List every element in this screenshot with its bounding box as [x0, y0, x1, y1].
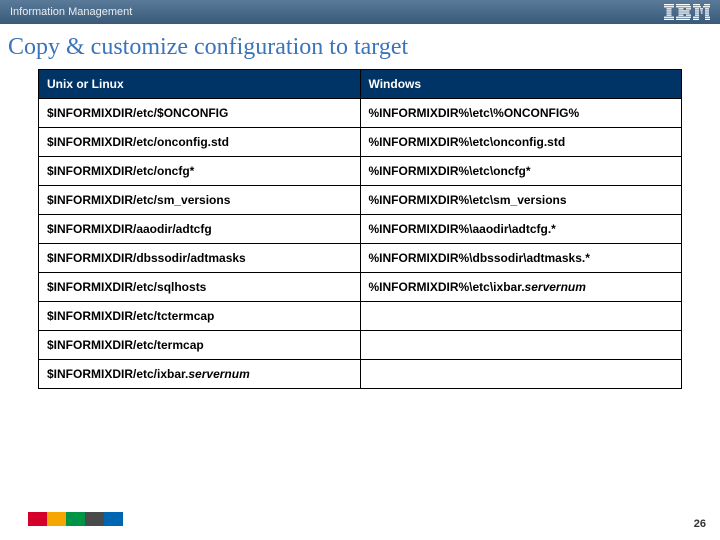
table-row: $INFORMIXDIR/aaodir/adtcfg%INFORMIXDIR%\… — [39, 215, 682, 244]
stripe — [28, 512, 47, 526]
footer-color-stripes — [28, 512, 123, 526]
win-cell: %INFORMIXDIR%\etc\ixbar.servernum — [360, 273, 682, 302]
win-cell: %INFORMIXDIR%\etc\onconfig.std — [360, 128, 682, 157]
win-prefix: %INFORMIXDIR%\etc\ixbar. — [369, 280, 525, 294]
col-unix-header: Unix or Linux — [39, 70, 361, 99]
win-cell: %INFORMIXDIR%\aaodir\adtcfg.* — [360, 215, 682, 244]
unix-cell: $INFORMIXDIR/aaodir/adtcfg — [39, 215, 361, 244]
table-row: $INFORMIXDIR/etc/ixbar.servernum — [39, 360, 682, 389]
table-row: $INFORMIXDIR/etc/onconfig.std%INFORMIXDI… — [39, 128, 682, 157]
win-cell: %INFORMIXDIR%\etc\%ONCONFIG% — [360, 99, 682, 128]
config-table: Unix or Linux Windows $INFORMIXDIR/etc/$… — [38, 69, 682, 389]
unix-italic: servernum — [188, 367, 249, 381]
table-row: $INFORMIXDIR/etc/$ONCONFIG%INFORMIXDIR%\… — [39, 99, 682, 128]
table-row: $INFORMIXDIR/etc/sm_versions%INFORMIXDIR… — [39, 186, 682, 215]
win-cell: %INFORMIXDIR%\dbssodir\adtmasks.* — [360, 244, 682, 273]
page-number: 26 — [694, 518, 706, 530]
ibm-logo — [664, 4, 710, 20]
table-row: $INFORMIXDIR/etc/sqlhosts %INFORMIXDIR%\… — [39, 273, 682, 302]
stripe — [66, 512, 85, 526]
col-windows-header: Windows — [360, 70, 682, 99]
win-italic: servernum — [525, 280, 586, 294]
unix-cell: $INFORMIXDIR/etc/$ONCONFIG — [39, 99, 361, 128]
unix-cell: $INFORMIXDIR/dbssodir/adtmasks — [39, 244, 361, 273]
breadcrumb: Information Management — [10, 6, 132, 18]
unix-cell: $INFORMIXDIR/etc/oncfg* — [39, 157, 361, 186]
win-cell — [360, 360, 682, 389]
unix-cell: $INFORMIXDIR/etc/sm_versions — [39, 186, 361, 215]
config-table-wrap: Unix or Linux Windows $INFORMIXDIR/etc/$… — [38, 69, 682, 389]
win-cell: %INFORMIXDIR%\etc\oncfg* — [360, 157, 682, 186]
win-cell — [360, 302, 682, 331]
stripe — [47, 512, 66, 526]
unix-cell: $INFORMIXDIR/etc/tctermcap — [39, 302, 361, 331]
table-row: $INFORMIXDIR/etc/tctermcap — [39, 302, 682, 331]
unix-cell: $INFORMIXDIR/etc/termcap — [39, 331, 361, 360]
win-cell: %INFORMIXDIR%\etc\sm_versions — [360, 186, 682, 215]
table-row: $INFORMIXDIR/etc/termcap — [39, 331, 682, 360]
page-title: Copy & customize configuration to target — [0, 24, 720, 69]
unix-prefix: $INFORMIXDIR/etc/ixbar. — [47, 367, 188, 381]
stripe — [104, 512, 123, 526]
unix-cell: $INFORMIXDIR/etc/sqlhosts — [39, 273, 361, 302]
stripe — [85, 512, 104, 526]
header-bar: Information Management — [0, 0, 720, 24]
unix-cell: $INFORMIXDIR/etc/ixbar.servernum — [39, 360, 361, 389]
table-row: $INFORMIXDIR/etc/oncfg*%INFORMIXDIR%\etc… — [39, 157, 682, 186]
win-cell — [360, 331, 682, 360]
table-row: $INFORMIXDIR/dbssodir/adtmasks%INFORMIXD… — [39, 244, 682, 273]
unix-cell: $INFORMIXDIR/etc/onconfig.std — [39, 128, 361, 157]
